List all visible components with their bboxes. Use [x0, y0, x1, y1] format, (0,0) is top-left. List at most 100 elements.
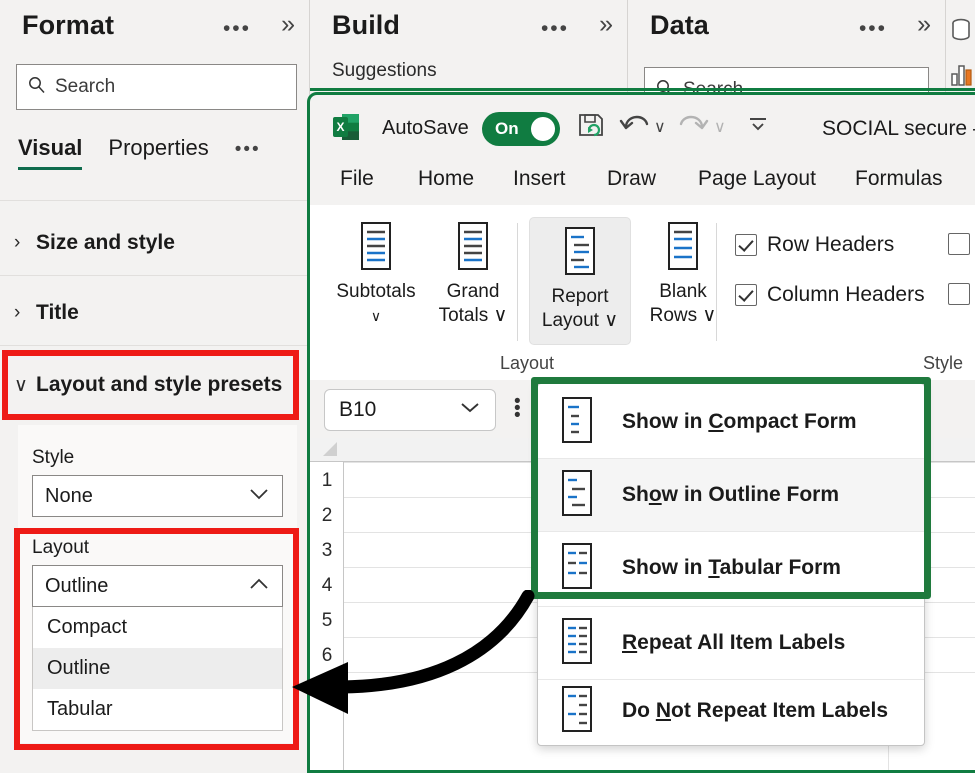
row-number: 1	[310, 470, 344, 492]
chevron-right-icon: ›	[14, 302, 36, 324]
column-headers-label: Column Headers	[767, 283, 925, 307]
menu-item-label: Do Not Repeat Item Labels	[622, 699, 888, 723]
report-layout-label: Report	[530, 285, 630, 309]
red-highlight-box-presets	[2, 350, 299, 420]
database-icon[interactable]	[950, 18, 972, 49]
build-pane-header: Build ••• »	[310, 0, 627, 58]
grand-totals-button[interactable]: Grand Totals ∨	[425, 221, 521, 328]
tab-properties[interactable]: Properties	[108, 135, 208, 167]
customize-quick-access-icon[interactable]	[746, 115, 770, 138]
excel-ribbon: Subtotals ∨ Grand Totals ∨	[310, 205, 975, 380]
select-all-corner[interactable]	[323, 442, 337, 456]
section-label: Title	[36, 301, 79, 325]
undo-caret-icon[interactable]: ∨	[654, 117, 666, 137]
subtotals-icon	[354, 262, 398, 279]
green-highlight-box	[531, 377, 931, 599]
menu-file[interactable]: File	[340, 167, 374, 191]
ellipsis-icon[interactable]: •••	[541, 18, 569, 39]
row-number: 3	[310, 540, 344, 562]
row-headers-checkbox[interactable]	[735, 234, 757, 256]
divider	[716, 223, 717, 341]
report-layout-icon	[558, 267, 602, 284]
chevron-down-icon	[459, 401, 481, 419]
chevron-down-icon: ∨	[328, 304, 424, 328]
kebab-icon[interactable]: •••	[514, 398, 521, 419]
format-pane-tabs: Visual Properties •••	[18, 135, 261, 170]
divider	[0, 275, 309, 276]
grand-totals-icon	[451, 262, 495, 279]
data-pane-header: Data ••• »	[628, 0, 945, 58]
section-label: Size and style	[36, 231, 175, 255]
divider	[0, 345, 309, 346]
divider	[517, 223, 518, 341]
report-layout-button[interactable]: Report Layout ∨	[529, 217, 631, 345]
row-number: 5	[310, 610, 344, 632]
menu-insert[interactable]: Insert	[513, 167, 566, 191]
section-size-and-style[interactable]: › Size and style	[0, 215, 309, 271]
redo-caret-icon[interactable]: ∨	[714, 117, 726, 137]
report-layout-label-2: Layout ∨	[530, 309, 630, 333]
excel-menu-bar: File Home Insert Draw Page Layout Formul…	[310, 157, 975, 205]
row-number: 7	[310, 680, 344, 702]
double-chevron-icon[interactable]: »	[281, 12, 295, 37]
menu-item-do-not-repeat-item-labels[interactable]: Do Not Repeat Item Labels	[538, 675, 924, 747]
row-headers-label: Row Headers	[767, 233, 894, 257]
divider	[0, 200, 309, 201]
style-dropdown[interactable]: None	[32, 475, 283, 517]
autosave-label: AutoSave	[382, 117, 469, 140]
menu-home[interactable]: Home	[418, 167, 474, 191]
menu-page-layout[interactable]: Page Layout	[698, 167, 816, 191]
pane-accent-line	[310, 88, 975, 91]
subtotals-button[interactable]: Subtotals ∨	[328, 221, 424, 328]
column-headers-checkbox[interactable]	[735, 284, 757, 306]
style-field-label: Style	[32, 447, 74, 469]
excel-logo-icon: X	[332, 112, 360, 142]
menu-draw[interactable]: Draw	[607, 167, 656, 191]
chevron-right-icon: ›	[14, 232, 36, 254]
undo-icon[interactable]	[618, 111, 650, 146]
document-title: SOCIAL secure –	[822, 117, 975, 141]
banded-columns-checkbox-row[interactable]	[948, 283, 970, 305]
ellipsis-icon[interactable]: •••	[859, 18, 887, 39]
format-pane-title: Format	[22, 10, 114, 41]
name-box[interactable]: B10	[324, 389, 496, 431]
row-number: 6	[310, 645, 344, 667]
no-repeat-labels-icon	[558, 685, 596, 738]
tab-visual[interactable]: Visual	[18, 135, 82, 170]
grand-totals-label-2: Totals ∨	[425, 304, 521, 328]
menu-formulas[interactable]: Formulas	[855, 167, 943, 191]
name-box-value: B10	[339, 398, 376, 422]
tabs-more-icon[interactable]: •••	[235, 139, 261, 161]
banded-rows-checkbox[interactable]	[948, 233, 970, 255]
repeat-labels-icon	[558, 617, 596, 670]
section-title[interactable]: › Title On	[0, 285, 309, 341]
blank-rows-icon	[661, 262, 705, 279]
ellipsis-icon[interactable]: •••	[223, 18, 251, 39]
banded-rows-checkbox-row[interactable]	[948, 233, 970, 255]
data-pane-title: Data	[650, 10, 709, 41]
search-input[interactable]: Search	[16, 64, 297, 110]
autosave-toggle[interactable]: On	[482, 112, 560, 146]
format-pane-header: Format ••• »	[0, 0, 309, 58]
double-chevron-icon[interactable]: »	[917, 12, 931, 37]
svg-text:X: X	[336, 120, 344, 134]
build-pane-subtitle: Suggestions	[332, 60, 437, 82]
double-chevron-icon[interactable]: »	[599, 12, 613, 37]
excel-title-bar: X AutoSave On ∨ ∨ SOCIAL secure –	[310, 95, 975, 157]
save-refresh-icon[interactable]	[576, 111, 606, 146]
row-number: 4	[310, 575, 344, 597]
redo-icon[interactable]	[678, 111, 710, 146]
autosave-state: On	[495, 119, 519, 139]
menu-item-repeat-all-item-labels[interactable]: Repeat All Item Labels	[538, 607, 924, 679]
banded-columns-checkbox[interactable]	[948, 283, 970, 305]
layout-group-label: Layout	[500, 353, 554, 374]
style-group-label: Style	[923, 353, 963, 374]
column-headers-checkbox-row[interactable]: Column Headers	[735, 283, 925, 307]
menu-item-label: Repeat All Item Labels	[622, 631, 845, 655]
subtotals-label: Subtotals	[328, 280, 424, 304]
row-header-column: 1 2 3 4 5 6 7	[310, 462, 344, 770]
red-highlight-box-layout	[14, 528, 299, 750]
row-headers-checkbox-row[interactable]: Row Headers	[735, 233, 894, 257]
style-dropdown-value: None	[45, 485, 93, 508]
build-pane-title: Build	[332, 10, 400, 41]
